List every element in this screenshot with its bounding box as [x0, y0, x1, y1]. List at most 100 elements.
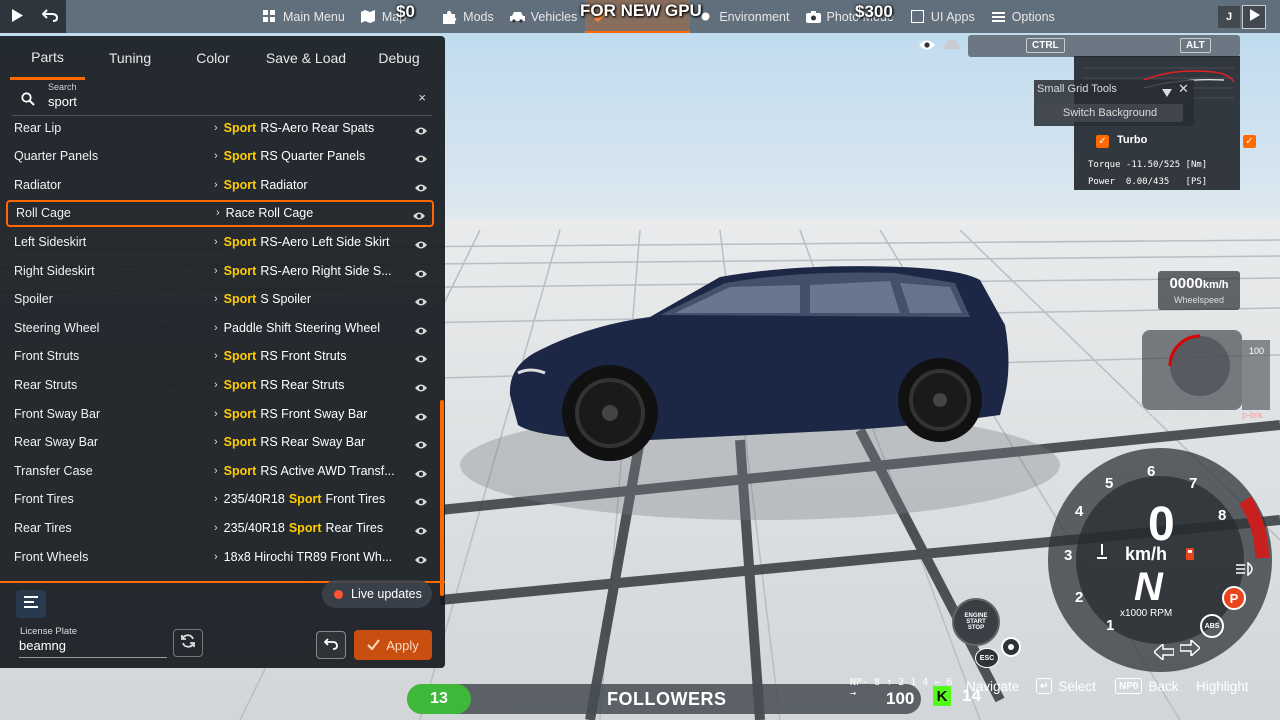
donation-right-amount: $300 — [855, 2, 893, 21]
part-row[interactable]: Rear Sway Bar › Sport RS Rear Sway Bar — [6, 429, 434, 456]
part-selector-dropdown[interactable]: › Sport RS-Aero Rear Spats — [206, 116, 406, 140]
eye-icon[interactable] — [414, 123, 428, 134]
part-row[interactable]: Front Wheels › 18x8 Hirochi TR89 Front Wh.… — [6, 543, 434, 570]
chevron-right-icon: › — [214, 178, 218, 191]
part-row[interactable]: Quarter Panels › Sport RS Quarter Panels — [6, 143, 434, 170]
live-updates-toggle[interactable]: Live updates — [322, 580, 432, 608]
part-selector-dropdown[interactable]: › Sport RS-Aero Right Side S... — [206, 259, 406, 283]
undo-button[interactable] — [33, 0, 66, 33]
turbo-checkbox[interactable]: ✓ — [1096, 135, 1109, 148]
apply-button[interactable]: Apply — [354, 630, 432, 660]
wheelspeed-app: 0000km/h Wheelspeed — [1158, 271, 1240, 310]
tach-number: 1 — [1106, 617, 1114, 634]
car-icon — [944, 38, 960, 55]
part-row[interactable]: Rear Lip › Sport RS-Aero Rear Spats — [6, 114, 434, 141]
part-selector-dropdown[interactable]: › Sport RS Front Struts — [206, 344, 406, 368]
eye-icon[interactable] — [414, 151, 428, 163]
part-selected-value: Paddle Shift Steering Wheel — [223, 320, 381, 335]
ui-apps-button[interactable]: UI Apps — [902, 0, 983, 33]
part-row[interactable]: Rear Struts › Sport RS Rear Struts — [6, 371, 434, 398]
eye-icon[interactable] — [414, 523, 428, 535]
search-input[interactable]: Search sport × — [12, 82, 432, 116]
visibility-toggle[interactable] — [918, 38, 938, 52]
part-selector-dropdown[interactable]: › Race Roll Cage — [208, 201, 408, 225]
eye-icon[interactable] — [414, 294, 428, 306]
eye-icon[interactable] — [414, 180, 428, 192]
back-key: NP0 — [1115, 678, 1143, 694]
config-tabs: Parts Tuning Color Save & Load Debug — [0, 36, 445, 80]
clear-search-button[interactable]: × — [418, 90, 426, 105]
part-row[interactable]: Front Struts › Sport RS Front Struts — [6, 343, 434, 370]
part-selector-dropdown[interactable]: › Sport RS-Aero Left Side Skirt — [206, 230, 406, 254]
parts-list-scrollbar[interactable] — [440, 400, 444, 596]
headlight-icon — [1236, 561, 1256, 581]
eye-icon[interactable] — [414, 494, 428, 506]
tab-save-load[interactable]: Save & Load — [251, 36, 361, 80]
right-turn-signal-icon — [1179, 638, 1202, 661]
mods-button[interactable]: Mods — [434, 0, 502, 33]
turbo-checkbox-2[interactable]: ✓ — [1243, 135, 1256, 148]
switch-background-button[interactable]: Switch Background — [1037, 104, 1183, 122]
resume-button[interactable] — [1242, 4, 1266, 29]
part-row[interactable]: Transfer Case › Sport RS Active AWD Transf.… — [6, 457, 434, 484]
part-row[interactable]: Front Sway Bar › Sport RS Front Sway Bar — [6, 400, 434, 427]
environment-button[interactable]: Environment — [690, 0, 797, 33]
part-selector-dropdown[interactable]: › 235/40R18 Sport Front Tires — [206, 487, 406, 511]
navigate-hint: Navigate — [966, 677, 1019, 695]
engine-start-stop-button[interactable]: ENGINE START STOP — [952, 598, 1000, 646]
journal-button[interactable]: J — [1218, 5, 1240, 28]
eye-icon[interactable] — [414, 437, 428, 449]
eye-icon[interactable] — [414, 380, 428, 392]
eye-icon[interactable] — [414, 552, 428, 563]
part-selector-dropdown[interactable]: › 18x8 Hirochi TR89 Front Wh... — [206, 545, 406, 569]
part-row[interactable]: Spoiler › Sport S Spoiler — [6, 286, 434, 313]
part-selector-dropdown[interactable]: › Sport RS Quarter Panels — [206, 144, 406, 168]
main-menu-button[interactable]: Main Menu — [254, 0, 353, 33]
part-slot-name: Front Sway Bar — [14, 406, 101, 421]
part-selector-dropdown[interactable]: › Sport RS Active AWD Transf... — [206, 459, 406, 483]
eye-icon[interactable] — [414, 466, 428, 478]
part-selector-dropdown[interactable]: › Sport RS Rear Sway Bar — [206, 430, 406, 454]
car-model[interactable] — [500, 255, 1020, 475]
tab-debug[interactable]: Debug — [361, 36, 437, 80]
part-row[interactable]: Radiator › Sport Radiator — [6, 171, 434, 198]
part-row[interactable]: Steering Wheel › Paddle Shift Steering Whe… — [6, 314, 434, 341]
part-row[interactable]: Front Tires › 235/40R18 Sport Front Tires — [6, 486, 434, 513]
tab-color[interactable]: Color — [175, 36, 251, 80]
camera-toggle[interactable] — [944, 38, 962, 52]
part-row[interactable]: Roll Cage › Race Roll Cage — [6, 199, 434, 227]
part-row[interactable]: Left Sideskirt › Sport RS-Aero Left Side Sk… — [6, 228, 434, 255]
license-plate-field[interactable]: beamng — [19, 638, 167, 658]
part-selector-dropdown[interactable]: › Sport Radiator — [206, 173, 406, 197]
tab-tuning[interactable]: Tuning — [85, 36, 175, 80]
eye-icon[interactable] — [412, 208, 426, 220]
part-selector-dropdown[interactable]: › Sport S Spoiler — [206, 287, 406, 311]
tach-number: 8 — [1218, 507, 1226, 524]
back-label: Back — [1148, 678, 1179, 694]
play-button[interactable] — [0, 0, 33, 33]
eye-icon[interactable] — [414, 351, 428, 363]
clutch-label: clutch — [1142, 410, 1166, 420]
close-icon[interactable]: ✕ — [1178, 81, 1189, 97]
revert-button[interactable] — [316, 631, 346, 659]
collapse-icon[interactable] — [1162, 84, 1172, 102]
part-row[interactable]: Right Sideskirt › Sport RS-Aero Right Side … — [6, 257, 434, 284]
part-row[interactable]: Rear Tires › 235/40R18 Sport Rear Tires — [6, 514, 434, 541]
options-button[interactable]: Options — [983, 0, 1063, 33]
apply-label: Apply — [386, 637, 419, 653]
part-selector-dropdown[interactable]: › Paddle Shift Steering Wheel — [206, 316, 406, 340]
eye-icon[interactable] — [414, 323, 428, 335]
tab-parts[interactable]: Parts — [10, 36, 85, 80]
eye-icon[interactable] — [414, 266, 428, 277]
eye-icon[interactable] — [414, 237, 428, 249]
part-selected-value: RS-Aero Right Side S... — [260, 263, 392, 278]
license-plate-button[interactable] — [16, 590, 46, 618]
part-slot-name: Radiator — [14, 177, 62, 192]
vehicles-button[interactable]: Vehicles — [502, 0, 586, 33]
part-selector-dropdown[interactable]: › Sport RS Rear Struts — [206, 373, 406, 397]
part-selector-dropdown[interactable]: › 235/40R18 Sport Rear Tires — [206, 516, 406, 540]
eye-icon[interactable] — [414, 409, 428, 420]
randomize-plate-button[interactable] — [173, 629, 203, 657]
steering-wheel-icon — [1000, 636, 1022, 663]
part-selector-dropdown[interactable]: › Sport RS Front Sway Bar — [206, 402, 406, 426]
